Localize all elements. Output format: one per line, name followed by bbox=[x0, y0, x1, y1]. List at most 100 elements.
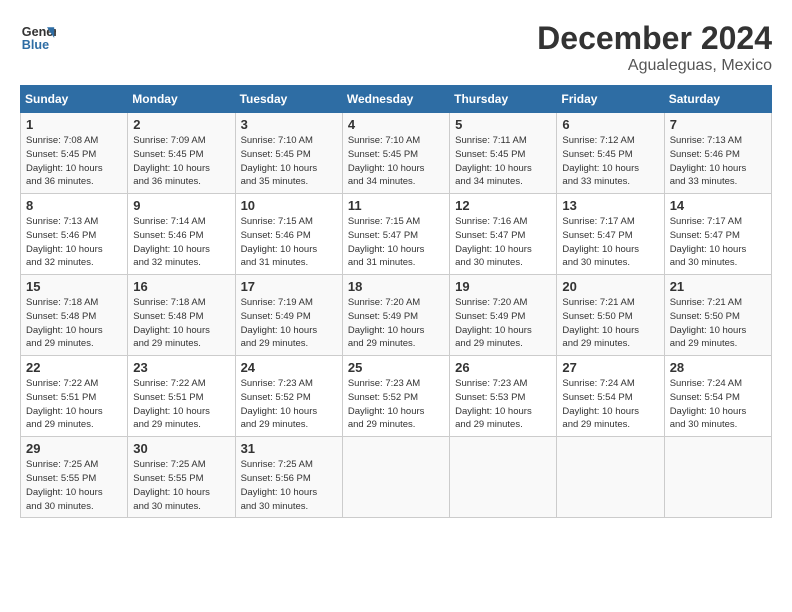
day-info: Sunrise: 7:10 AM Sunset: 5:45 PM Dayligh… bbox=[348, 134, 444, 189]
day-info: Sunrise: 7:14 AM Sunset: 5:46 PM Dayligh… bbox=[133, 215, 229, 270]
day-number: 13 bbox=[562, 198, 658, 213]
day-info: Sunrise: 7:22 AM Sunset: 5:51 PM Dayligh… bbox=[133, 377, 229, 432]
day-info: Sunrise: 7:25 AM Sunset: 5:55 PM Dayligh… bbox=[26, 458, 122, 513]
day-info: Sunrise: 7:17 AM Sunset: 5:47 PM Dayligh… bbox=[562, 215, 658, 270]
calendar-day-cell: 30 Sunrise: 7:25 AM Sunset: 5:55 PM Dayli… bbox=[128, 437, 235, 518]
calendar-day-cell: 13 Sunrise: 7:17 AM Sunset: 5:47 PM Dayli… bbox=[557, 194, 664, 275]
calendar-day-cell: 27Sunrise: 7:24 AM Sunset: 5:54 PM Dayli… bbox=[557, 356, 664, 437]
calendar-day-cell: 21 Sunrise: 7:21 AM Sunset: 5:50 PM Dayli… bbox=[664, 275, 771, 356]
day-info: Sunrise: 7:24 AM Sunset: 5:54 PM Dayligh… bbox=[670, 377, 766, 432]
calendar-week-row: 15 Sunrise: 7:18 AM Sunset: 5:48 PM Dayli… bbox=[21, 275, 772, 356]
day-number: 8 bbox=[26, 198, 122, 213]
day-info: Sunrise: 7:20 AM Sunset: 5:49 PM Dayligh… bbox=[348, 296, 444, 351]
calendar-day-cell bbox=[664, 437, 771, 518]
day-number: 7 bbox=[670, 117, 766, 132]
calendar-day-cell: 15Sunrise: 7:18 AM Sunset: 5:48 PM Dayli… bbox=[21, 275, 128, 356]
weekday-header-row: SundayMondayTuesdayWednesdayThursdayFrid… bbox=[21, 86, 772, 113]
day-info: Sunrise: 7:23 AM Sunset: 5:52 PM Dayligh… bbox=[348, 377, 444, 432]
calendar-day-cell: 5 Sunrise: 7:11 AM Sunset: 5:45 PM Daylig… bbox=[450, 113, 557, 194]
day-number: 1 bbox=[26, 117, 122, 132]
day-info: Sunrise: 7:23 AM Sunset: 5:53 PM Dayligh… bbox=[455, 377, 551, 432]
calendar-table: SundayMondayTuesdayWednesdayThursdayFrid… bbox=[20, 85, 772, 518]
title-area: December 2024 Agualeguas, Mexico bbox=[537, 20, 772, 75]
calendar-day-cell: 23 Sunrise: 7:22 AM Sunset: 5:51 PM Dayli… bbox=[128, 356, 235, 437]
calendar-day-cell: 25 Sunrise: 7:23 AM Sunset: 5:52 PM Dayli… bbox=[342, 356, 449, 437]
calendar-day-cell bbox=[557, 437, 664, 518]
calendar-day-cell: 28 Sunrise: 7:24 AM Sunset: 5:54 PM Dayli… bbox=[664, 356, 771, 437]
calendar-week-row: 1 Sunrise: 7:08 AM Sunset: 5:45 PM Daylig… bbox=[21, 113, 772, 194]
weekday-header-cell: Thursday bbox=[450, 86, 557, 113]
calendar-day-cell: 24 Sunrise: 7:23 AM Sunset: 5:52 PM Dayli… bbox=[235, 356, 342, 437]
day-info: Sunrise: 7:11 AM Sunset: 5:45 PM Dayligh… bbox=[455, 134, 551, 189]
calendar-day-cell: 26 Sunrise: 7:23 AM Sunset: 5:53 PM Dayli… bbox=[450, 356, 557, 437]
day-number: 14 bbox=[670, 198, 766, 213]
day-number: 4 bbox=[348, 117, 444, 132]
calendar-day-cell: 29 Sunrise: 7:25 AM Sunset: 5:55 PM Dayli… bbox=[21, 437, 128, 518]
calendar-day-cell: 18 Sunrise: 7:20 AM Sunset: 5:49 PM Dayli… bbox=[342, 275, 449, 356]
weekday-header-cell: Sunday bbox=[21, 86, 128, 113]
day-info: Sunrise: 7:16 AM Sunset: 5:47 PM Dayligh… bbox=[455, 215, 551, 270]
logo-icon: General Blue bbox=[20, 20, 56, 56]
day-info: Sunrise: 7:09 AM Sunset: 5:45 PM Dayligh… bbox=[133, 134, 229, 189]
calendar-day-cell bbox=[342, 437, 449, 518]
calendar-day-cell: 11Sunrise: 7:15 AM Sunset: 5:47 PM Dayli… bbox=[342, 194, 449, 275]
day-info: Sunrise: 7:18 AM Sunset: 5:48 PM Dayligh… bbox=[133, 296, 229, 351]
day-info: Sunrise: 7:12 AM Sunset: 5:45 PM Dayligh… bbox=[562, 134, 658, 189]
day-number: 23 bbox=[133, 360, 229, 375]
day-number: 2 bbox=[133, 117, 229, 132]
calendar-day-cell: 31 Sunrise: 7:25 AM Sunset: 5:56 PM Dayli… bbox=[235, 437, 342, 518]
day-number: 26 bbox=[455, 360, 551, 375]
calendar-day-cell: 9 Sunrise: 7:14 AM Sunset: 5:46 PM Daylig… bbox=[128, 194, 235, 275]
calendar-day-cell: 22 Sunrise: 7:22 AM Sunset: 5:51 PM Dayli… bbox=[21, 356, 128, 437]
calendar-day-cell: 20Sunrise: 7:21 AM Sunset: 5:50 PM Dayli… bbox=[557, 275, 664, 356]
day-number: 12 bbox=[455, 198, 551, 213]
day-info: Sunrise: 7:19 AM Sunset: 5:49 PM Dayligh… bbox=[241, 296, 337, 351]
day-info: Sunrise: 7:21 AM Sunset: 5:50 PM Dayligh… bbox=[562, 296, 658, 351]
calendar-day-cell: 6Sunrise: 7:12 AM Sunset: 5:45 PM Daylig… bbox=[557, 113, 664, 194]
day-info: Sunrise: 7:24 AM Sunset: 5:54 PM Dayligh… bbox=[562, 377, 658, 432]
calendar-day-cell: 1 Sunrise: 7:08 AM Sunset: 5:45 PM Daylig… bbox=[21, 113, 128, 194]
day-number: 28 bbox=[670, 360, 766, 375]
day-number: 25 bbox=[348, 360, 444, 375]
day-info: Sunrise: 7:25 AM Sunset: 5:55 PM Dayligh… bbox=[133, 458, 229, 513]
day-info: Sunrise: 7:22 AM Sunset: 5:51 PM Dayligh… bbox=[26, 377, 122, 432]
day-info: Sunrise: 7:13 AM Sunset: 5:46 PM Dayligh… bbox=[670, 134, 766, 189]
calendar-day-cell: 17 Sunrise: 7:19 AM Sunset: 5:49 PM Dayli… bbox=[235, 275, 342, 356]
day-info: Sunrise: 7:25 AM Sunset: 5:56 PM Dayligh… bbox=[241, 458, 337, 513]
day-info: Sunrise: 7:17 AM Sunset: 5:47 PM Dayligh… bbox=[670, 215, 766, 270]
day-info: Sunrise: 7:23 AM Sunset: 5:52 PM Dayligh… bbox=[241, 377, 337, 432]
day-number: 17 bbox=[241, 279, 337, 294]
day-number: 21 bbox=[670, 279, 766, 294]
weekday-header-cell: Monday bbox=[128, 86, 235, 113]
day-info: Sunrise: 7:10 AM Sunset: 5:45 PM Dayligh… bbox=[241, 134, 337, 189]
calendar-day-cell: 19Sunrise: 7:20 AM Sunset: 5:49 PM Dayli… bbox=[450, 275, 557, 356]
day-info: Sunrise: 7:21 AM Sunset: 5:50 PM Dayligh… bbox=[670, 296, 766, 351]
calendar-day-cell: 12 Sunrise: 7:16 AM Sunset: 5:47 PM Dayli… bbox=[450, 194, 557, 275]
header: General Blue December 2024 Agualeguas, M… bbox=[20, 20, 772, 75]
month-title: December 2024 bbox=[537, 20, 772, 57]
weekday-header-cell: Saturday bbox=[664, 86, 771, 113]
day-info: Sunrise: 7:15 AM Sunset: 5:46 PM Dayligh… bbox=[241, 215, 337, 270]
day-number: 29 bbox=[26, 441, 122, 456]
day-info: Sunrise: 7:08 AM Sunset: 5:45 PM Dayligh… bbox=[26, 134, 122, 189]
day-number: 22 bbox=[26, 360, 122, 375]
day-number: 31 bbox=[241, 441, 337, 456]
weekday-header-cell: Tuesday bbox=[235, 86, 342, 113]
calendar-day-cell: 16Sunrise: 7:18 AM Sunset: 5:48 PM Dayli… bbox=[128, 275, 235, 356]
calendar-day-cell: 7 Sunrise: 7:13 AM Sunset: 5:46 PM Daylig… bbox=[664, 113, 771, 194]
calendar-day-cell bbox=[450, 437, 557, 518]
day-number: 15 bbox=[26, 279, 122, 294]
weekday-header-cell: Friday bbox=[557, 86, 664, 113]
day-number: 30 bbox=[133, 441, 229, 456]
logo: General Blue bbox=[20, 20, 56, 56]
day-number: 24 bbox=[241, 360, 337, 375]
day-number: 5 bbox=[455, 117, 551, 132]
day-number: 3 bbox=[241, 117, 337, 132]
calendar-day-cell: 3 Sunrise: 7:10 AM Sunset: 5:45 PM Daylig… bbox=[235, 113, 342, 194]
calendar-day-cell: 8Sunrise: 7:13 AM Sunset: 5:46 PM Daylig… bbox=[21, 194, 128, 275]
day-number: 9 bbox=[133, 198, 229, 213]
calendar-week-row: 29 Sunrise: 7:25 AM Sunset: 5:55 PM Dayli… bbox=[21, 437, 772, 518]
day-number: 18 bbox=[348, 279, 444, 294]
day-info: Sunrise: 7:15 AM Sunset: 5:47 PM Dayligh… bbox=[348, 215, 444, 270]
weekday-header-cell: Wednesday bbox=[342, 86, 449, 113]
